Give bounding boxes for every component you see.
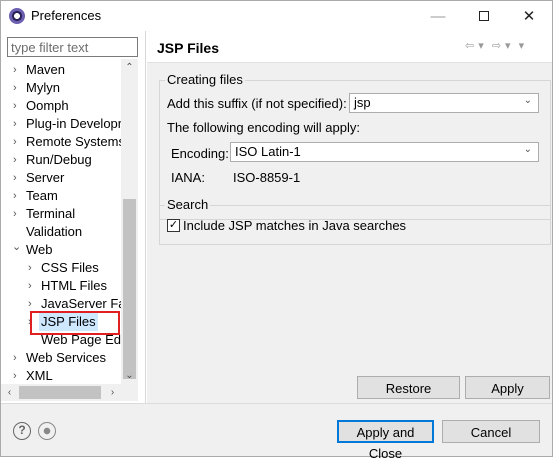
filter-input[interactable] [7,37,138,57]
page-title: JSP Files [157,40,220,56]
preferences-tree-panel: › Maven › Mylyn › Oomph › Plug-in Develo… [1,31,146,403]
chevron-right-icon[interactable]: › [13,133,23,151]
preference-page: JSP Files ⇦ ▾ ⇨ ▾ ▾ Creating files Add thi… [147,31,552,417]
chevron-right-icon[interactable]: › [28,277,38,295]
scroll-right-icon[interactable]: › [104,384,121,401]
encoding-label: Encoding: [171,146,229,161]
include-jsp-label[interactable]: Include JSP matches in Java searches [183,218,406,233]
back-menu-icon[interactable]: ▾ [478,40,485,52]
tree-item-label: Oomph [26,98,69,113]
encoding-intro: The following encoding will apply: [167,120,360,135]
maximize-button[interactable] [461,1,507,31]
chevron-right-icon[interactable]: › [13,79,23,97]
tree-item-label: Terminal [26,206,76,221]
preferences-window: Preferences — ✕ › Maven › Mylyn › Oomph … [0,0,553,461]
chevron-right-icon[interactable]: › [13,205,23,223]
tree-item-label: Remote Systems [26,134,121,149]
tree-item-label: Mylyn [26,80,60,95]
suffix-label: Add this suffix (if not specified): [167,96,347,111]
chevron-right-icon[interactable]: › [13,61,23,79]
tree-item-label: Plug-in Developr [26,116,121,131]
restore-defaults-button[interactable]: Restore Defaults [357,376,460,417]
encoding-combo[interactable]: ISO Latin-1 ⌄ [230,142,539,162]
tree-item-label: Web [26,242,53,257]
minimize-button[interactable]: — [415,1,461,31]
iana-value: ISO-8859-1 [233,170,301,185]
suffix-value: jsp [354,95,371,110]
dialog-button-bar: ? Apply and Close Cancel [1,403,552,461]
tree-item-label: XML [26,368,53,383]
creating-files-title: Creating files [165,72,245,87]
chevron-right-icon[interactable]: › [13,187,23,205]
chevron-right-icon[interactable]: › [13,115,23,133]
close-icon: ✕ [522,8,536,25]
scroll-up-icon[interactable]: ⌃ [121,59,138,76]
chevron-right-icon[interactable]: › [13,97,23,115]
chevron-right-icon[interactable]: › [28,259,38,277]
tree-item-label: Validation [26,224,83,239]
selection-highlight-box [30,311,120,335]
chevron-down-icon: ⌄ [523,95,532,106]
suffix-combo[interactable]: jsp ⌄ [349,93,539,113]
preferences-tree: › Maven › Mylyn › Oomph › Plug-in Develo… [1,59,121,384]
include-jsp-checkbox[interactable]: ✓ [167,219,180,232]
apply-button[interactable]: Apply [465,376,550,399]
eclipse-icon [9,8,25,24]
tree-vertical-scrollbar[interactable]: ⌃ ⌄ [121,59,138,384]
checkmark-icon: ✓ [168,219,179,231]
page-header: JSP Files ⇦ ▾ ⇨ ▾ ▾ [147,31,552,63]
chevron-right-icon[interactable]: › [13,367,23,384]
tree-item-label: Maven [26,62,66,77]
window-title: Preferences [31,8,102,23]
encoding-value: ISO Latin-1 [235,144,301,159]
tree-item-label: CSS Files [41,260,99,275]
minimize-icon: — [430,7,446,25]
chevron-right-icon[interactable]: › [13,169,23,187]
search-title: Search [165,197,211,212]
page-navigation: ⇦ ▾ ⇨ ▾ ▾ [465,39,528,52]
oomph-record-icon[interactable] [38,422,56,440]
scroll-left-icon[interactable]: ‹ [1,384,18,401]
tree-item-label: Web Services [26,350,106,365]
forward-menu-icon[interactable]: ▾ [505,40,512,52]
tree-item-label: Team [26,188,58,203]
tree-item-label: Run/Debug [26,152,92,167]
chevron-down-icon: ⌄ [523,144,532,155]
chevron-down-icon[interactable]: ⌄ [12,238,22,256]
scroll-thumb[interactable] [123,199,136,379]
back-arrow-icon[interactable]: ⇦ [465,40,475,52]
iana-label: IANA: [171,170,205,185]
chevron-right-icon[interactable]: › [13,349,23,367]
chevron-right-icon[interactable]: › [13,151,23,169]
scroll-thumb[interactable] [19,386,101,399]
scroll-down-icon[interactable]: ⌄ [121,367,138,384]
forward-arrow-icon[interactable]: ⇨ [492,40,502,52]
help-icon[interactable]: ? [13,422,31,440]
maximize-icon [479,11,489,21]
apply-and-close-button[interactable]: Apply and Close [337,420,434,461]
tree-item-label: HTML Files [41,278,107,293]
view-menu-icon[interactable]: ▾ [519,40,526,52]
tree-horizontal-scrollbar[interactable]: ‹ › [1,384,138,401]
cancel-button[interactable]: Cancel [442,420,540,443]
title-bar: Preferences — ✕ [1,1,552,31]
close-button[interactable]: ✕ [506,1,552,31]
tree-item-label: Server [26,170,65,185]
